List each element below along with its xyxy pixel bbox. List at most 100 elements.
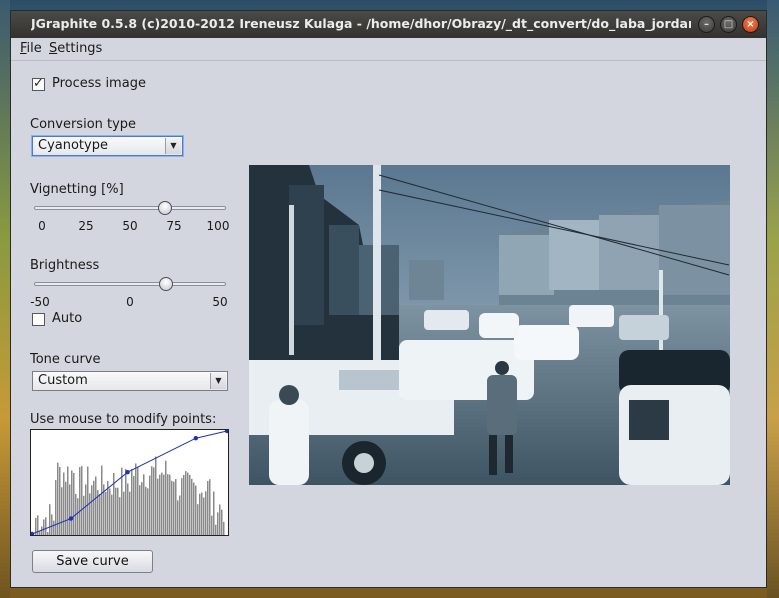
histogram-bar xyxy=(153,467,155,535)
histogram-bar xyxy=(191,478,193,535)
histogram-bar xyxy=(215,524,217,535)
histogram-bar xyxy=(155,456,157,535)
auto-brightness-checkbox[interactable] xyxy=(32,313,45,326)
chevron-down-icon[interactable]: ▼ xyxy=(165,138,181,154)
histogram-bar xyxy=(223,521,225,535)
histogram-bar xyxy=(157,478,159,535)
curve-editor-canvas[interactable] xyxy=(31,430,228,535)
tone-curve-label: Tone curve xyxy=(30,352,101,367)
histogram-bar xyxy=(43,519,45,535)
histogram-bar xyxy=(209,479,211,535)
histogram-bar xyxy=(211,515,213,535)
conversion-type-label: Conversion type xyxy=(30,117,137,132)
histogram-bar xyxy=(133,475,135,535)
brightness-slider-track[interactable] xyxy=(34,282,226,286)
histogram-bar xyxy=(131,468,133,535)
curve-control-point[interactable] xyxy=(224,430,228,434)
vignetting-tick: 75 xyxy=(166,219,182,233)
title-bar[interactable]: JGraphite 0.5.8 (c)2010-2012 Ireneusz Ku… xyxy=(11,11,766,38)
brightness-tick: 0 xyxy=(126,295,134,309)
histogram-bar xyxy=(221,509,223,535)
histogram-bar xyxy=(51,514,53,535)
histogram-bar xyxy=(197,504,199,535)
chevron-down-icon[interactable]: ▼ xyxy=(210,373,226,389)
histogram-bar xyxy=(179,495,181,535)
histogram-bar xyxy=(115,487,117,535)
curve-control-point[interactable] xyxy=(31,531,35,535)
app-window: JGraphite 0.5.8 (c)2010-2012 Ireneusz Ku… xyxy=(10,10,767,588)
window-title: JGraphite 0.5.8 (c)2010-2012 Ireneusz Ku… xyxy=(31,16,691,31)
vignetting-tick: 50 xyxy=(122,219,138,233)
histogram-bar xyxy=(69,484,71,535)
close-icon[interactable]: × xyxy=(742,16,759,33)
histogram-bar xyxy=(101,465,103,535)
histogram-bar xyxy=(145,486,147,535)
histogram-bar xyxy=(47,532,49,535)
curve-editor[interactable] xyxy=(30,429,229,536)
brightness-slider-handle[interactable] xyxy=(159,277,173,291)
histogram-bar xyxy=(181,478,183,535)
curve-control-point[interactable] xyxy=(193,436,198,441)
curve-control-point[interactable] xyxy=(125,470,130,475)
menu-file-label: ile xyxy=(26,41,42,56)
histogram-bar xyxy=(173,481,175,535)
histogram-bar xyxy=(187,472,189,535)
histogram-bar xyxy=(183,474,185,535)
process-image-label: Process image xyxy=(52,76,146,91)
histogram-bar xyxy=(49,504,51,535)
histogram-bar xyxy=(195,485,197,535)
histogram-bar xyxy=(203,497,205,535)
histogram-bar xyxy=(167,474,169,535)
histogram-bar xyxy=(127,483,129,535)
conversion-type-value: Cyanotype xyxy=(38,138,108,153)
histogram-bar xyxy=(71,470,73,535)
street-photo-preview xyxy=(249,165,730,485)
curve-control-point[interactable] xyxy=(68,516,74,521)
histogram-bar xyxy=(45,517,47,535)
histogram-bar xyxy=(117,487,119,535)
histogram-bar xyxy=(219,504,221,535)
menu-settings[interactable]: Settings xyxy=(49,41,102,56)
histogram-bar xyxy=(163,474,165,535)
histogram-bar xyxy=(53,520,55,535)
menu-settings-label: ettings xyxy=(57,41,103,56)
histogram-bar xyxy=(217,512,219,535)
vignetting-slider-handle[interactable] xyxy=(158,201,173,215)
histogram-bar xyxy=(79,467,81,535)
histogram-bar xyxy=(61,487,63,535)
brightness-label: Brightness xyxy=(30,258,100,273)
vignetting-slider-track[interactable] xyxy=(34,206,226,210)
histogram-bar xyxy=(137,467,139,535)
desktop-background-right xyxy=(767,0,779,598)
desktop-background-left xyxy=(0,0,10,598)
histogram-bar xyxy=(149,475,151,535)
save-curve-button[interactable]: Save curve xyxy=(32,550,153,573)
histogram-bar xyxy=(193,482,195,535)
brightness-tick: -50 xyxy=(30,295,50,309)
histogram-bar xyxy=(169,474,171,535)
histogram-bar xyxy=(123,491,125,535)
minimize-icon[interactable]: – xyxy=(698,16,715,33)
image-preview xyxy=(249,165,730,485)
histogram-bar xyxy=(55,480,57,535)
tone-curve-select[interactable]: Custom ▼ xyxy=(32,371,228,391)
histogram-bar xyxy=(175,478,177,535)
process-image-checkbox[interactable] xyxy=(32,76,45,91)
histogram-bar xyxy=(77,498,79,535)
histogram-bar xyxy=(99,494,101,535)
histogram-bar xyxy=(129,491,131,535)
conversion-type-select[interactable]: Cyanotype ▼ xyxy=(32,136,183,156)
histogram-bar xyxy=(159,474,161,535)
histogram-bar xyxy=(141,482,143,535)
histogram-bar xyxy=(147,488,149,535)
histogram-bar xyxy=(177,500,179,535)
histogram-bar xyxy=(85,484,87,535)
histogram-bar xyxy=(185,471,187,535)
histogram xyxy=(35,456,225,535)
maximize-icon[interactable]: □ xyxy=(720,16,737,33)
histogram-bar xyxy=(151,466,153,535)
histogram-bar xyxy=(67,466,69,535)
histogram-bar xyxy=(207,480,209,535)
menu-file[interactable]: File xyxy=(20,41,42,56)
histogram-bar xyxy=(171,480,173,535)
